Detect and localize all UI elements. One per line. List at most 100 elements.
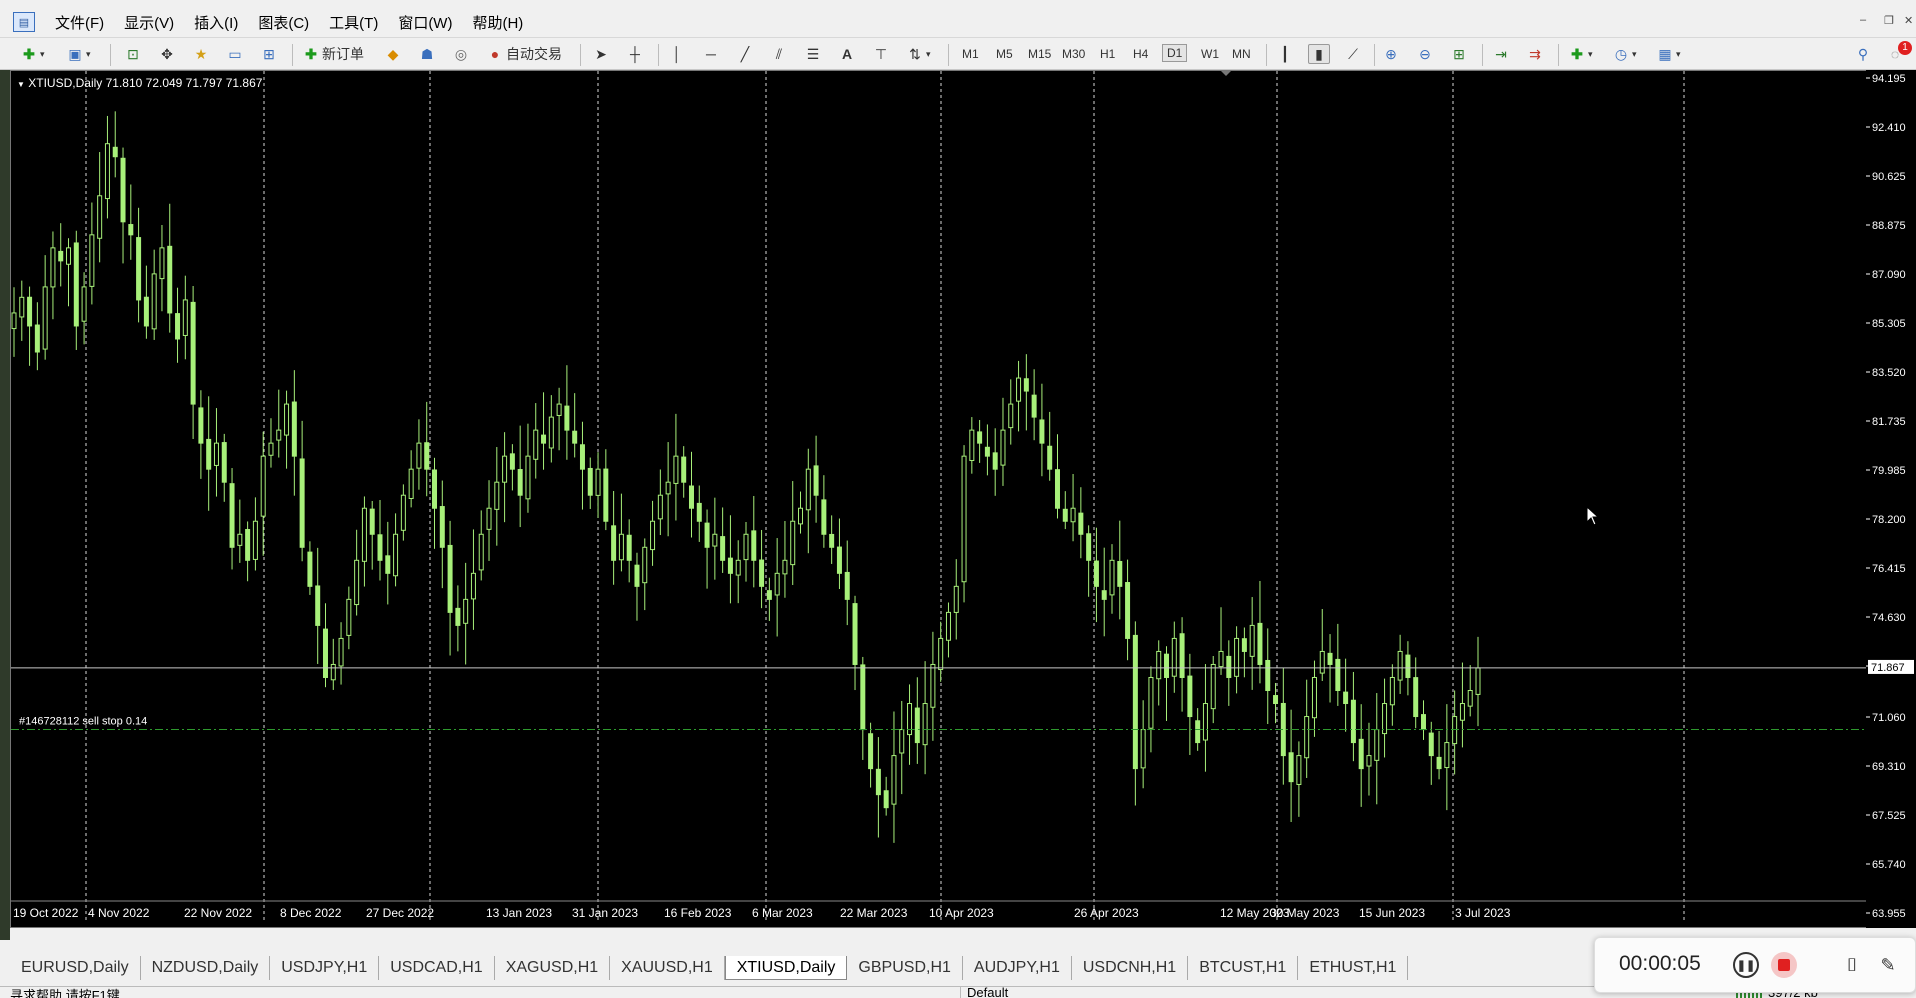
terminal-button[interactable]: ▭ (224, 43, 246, 65)
tab-xtiusd-daily[interactable]: XTIUSD,Daily (724, 956, 848, 980)
tab-usdcnh-h1[interactable]: USDCNH,H1 (1072, 956, 1189, 980)
menu-view[interactable]: 显示(V) (124, 12, 174, 33)
tab-ethust-h1[interactable]: ETHUST,H1 (1298, 956, 1409, 980)
timeframe-m1[interactable]: M1 (962, 47, 979, 61)
date-tick-label: 15 Jun 2023 (1359, 906, 1425, 920)
tab-usdjpy-h1[interactable]: USDJPY,H1 (270, 956, 380, 980)
navigator-button[interactable]: ★ (190, 43, 212, 65)
channel-tool[interactable]: ⫽ (768, 43, 790, 65)
candle-body (27, 296, 33, 327)
tab-gbpusd-h1[interactable]: GBPUSD,H1 (847, 956, 963, 980)
recording-timer: 00:00:05 (1619, 952, 1701, 975)
candle-body (1148, 676, 1154, 729)
search-button[interactable]: ⚲ (1852, 43, 1874, 65)
candlestick-button[interactable]: ▮ (1308, 43, 1330, 65)
zoom-out-button[interactable]: ⊖ (1414, 43, 1436, 65)
cursor-tool[interactable]: ➤ (590, 43, 612, 65)
search-icon: ⚲ (1857, 45, 1869, 62)
tab-nzdusd-daily[interactable]: NZDUSD,Daily (141, 956, 271, 980)
candle-body (237, 533, 243, 546)
candle-body (1413, 677, 1419, 718)
timeframe-m30[interactable]: M30 (1062, 47, 1085, 61)
price-tick-label: 69.310 (1872, 761, 1906, 773)
horizontal-line-tool[interactable]: ─ (700, 43, 722, 65)
candle-body (299, 458, 305, 548)
auto-trading-button[interactable]: ● 自动交易 (484, 43, 562, 65)
timeframe-d1[interactable]: D1 (1162, 44, 1188, 62)
text-tool[interactable]: A (836, 43, 858, 65)
timeframe-m5[interactable]: M5 (996, 47, 1013, 61)
tab-eurusd-daily[interactable]: EURUSD,Daily (10, 956, 141, 980)
tab-xagusd-h1[interactable]: XAGUSD,H1 (495, 956, 611, 980)
price-tick-label: 76.415 (1872, 563, 1906, 575)
tile-windows-button[interactable]: ⊞ (1448, 43, 1470, 65)
market-watch-button[interactable]: ⊡ (122, 43, 144, 65)
arrows-tool[interactable]: ⇅ ▾ (904, 43, 930, 65)
new-order-button[interactable]: ✚ 新订单 (300, 43, 364, 65)
candle-body (587, 467, 593, 496)
shift-marker-icon[interactable] (1221, 71, 1231, 76)
indicators-button[interactable]: ✚ ▾ (1566, 43, 1592, 65)
market-button[interactable]: ◆ (382, 43, 404, 65)
crosshair-tool[interactable]: ┼ (624, 43, 646, 65)
clock-icon: ◷ (1614, 45, 1628, 62)
candle-body (1047, 445, 1053, 470)
pause-button[interactable]: ❚❚ (1733, 952, 1759, 978)
timeframe-w1[interactable]: W1 (1201, 47, 1219, 61)
candle-body (525, 455, 531, 500)
tab-audjpy-h1[interactable]: AUDJPY,H1 (963, 956, 1072, 980)
templates-button[interactable]: ▦ ▾ (1654, 43, 1680, 65)
timeframe-h4[interactable]: H4 (1133, 47, 1148, 61)
chart-shift-button[interactable]: ⇥ (1490, 43, 1512, 65)
signals-button[interactable]: ☗ (416, 43, 438, 65)
candle-body (1109, 559, 1115, 596)
trendline-tool[interactable]: ╱ (734, 43, 756, 65)
screenshot-button[interactable]: ⌷ (1839, 952, 1865, 978)
menu-tools[interactable]: 工具(T) (329, 12, 378, 33)
fibonacci-tool[interactable]: ☰ (802, 43, 824, 65)
date-tick-label: 8 Dec 2022 (280, 906, 342, 920)
menu-insert[interactable]: 插入(I) (194, 12, 238, 33)
timeframe-h1[interactable]: H1 (1100, 47, 1115, 61)
candle-body (463, 598, 469, 624)
candle-body (11, 312, 17, 330)
periods-button[interactable]: ◷ ▾ (1610, 43, 1637, 65)
price-chart[interactable]: 19 Oct 2022 4 Nov 2022 22 Nov 2022 8 Dec 20… (10, 70, 1868, 928)
candle-body (346, 598, 352, 636)
new-chart-button[interactable]: ✚ ▾ (18, 43, 44, 65)
zoom-in-button[interactable]: ⊕ (1380, 43, 1402, 65)
bar-chart-button[interactable]: ┃ (1274, 43, 1296, 65)
data-window-button[interactable]: ✥ (156, 43, 178, 65)
timeframe-m15[interactable]: M15 (1028, 47, 1051, 61)
tab-usdcad-h1[interactable]: USDCAD,H1 (379, 956, 495, 980)
notifications-button[interactable]: ◌ 1 (1884, 41, 1912, 65)
profiles-button[interactable]: ▣ ▾ (64, 43, 90, 65)
date-tick-label: 26 Apr 2023 (1074, 906, 1139, 920)
profiles-icon: ▣ (68, 45, 82, 62)
vertical-line-tool[interactable]: │ (666, 43, 688, 65)
line-chart-button[interactable]: ⟋ (1342, 43, 1364, 65)
tab-xauusd-h1[interactable]: XAUUSD,H1 (610, 956, 725, 980)
menu-bar: ▤ 文件(F) 显示(V) 插入(I) 图表(C) 工具(T) 窗口(W) 帮助… (0, 8, 1916, 36)
restore-icon[interactable]: ❐ (1884, 14, 1894, 27)
tab-btcust-h1[interactable]: BTCUST,H1 (1188, 956, 1299, 980)
stop-button[interactable] (1771, 952, 1797, 978)
vps-button[interactable]: ◎ (450, 43, 472, 65)
candle-body (1023, 378, 1029, 392)
menu-window[interactable]: 窗口(W) (398, 12, 452, 33)
menu-file[interactable]: 文件(F) (55, 12, 104, 33)
candle-body (151, 273, 157, 330)
label-tool[interactable]: ⊤ (870, 43, 892, 65)
menu-help[interactable]: 帮助(H) (472, 12, 523, 33)
autoscroll-button[interactable]: ⇉ (1524, 43, 1546, 65)
candle-body (1008, 403, 1014, 429)
close-icon[interactable]: ✕ (1904, 14, 1913, 27)
minimize-icon[interactable]: – (1860, 14, 1866, 26)
timeframe-mn[interactable]: MN (1232, 47, 1251, 61)
annotate-button[interactable]: ✎ (1875, 952, 1901, 978)
candle-body (774, 572, 780, 596)
market-watch-icon: ⊡ (127, 45, 139, 62)
strategy-tester-button[interactable]: ⊞ (258, 43, 280, 65)
menu-charts[interactable]: 图表(C) (258, 12, 309, 33)
candle-body (97, 195, 103, 239)
